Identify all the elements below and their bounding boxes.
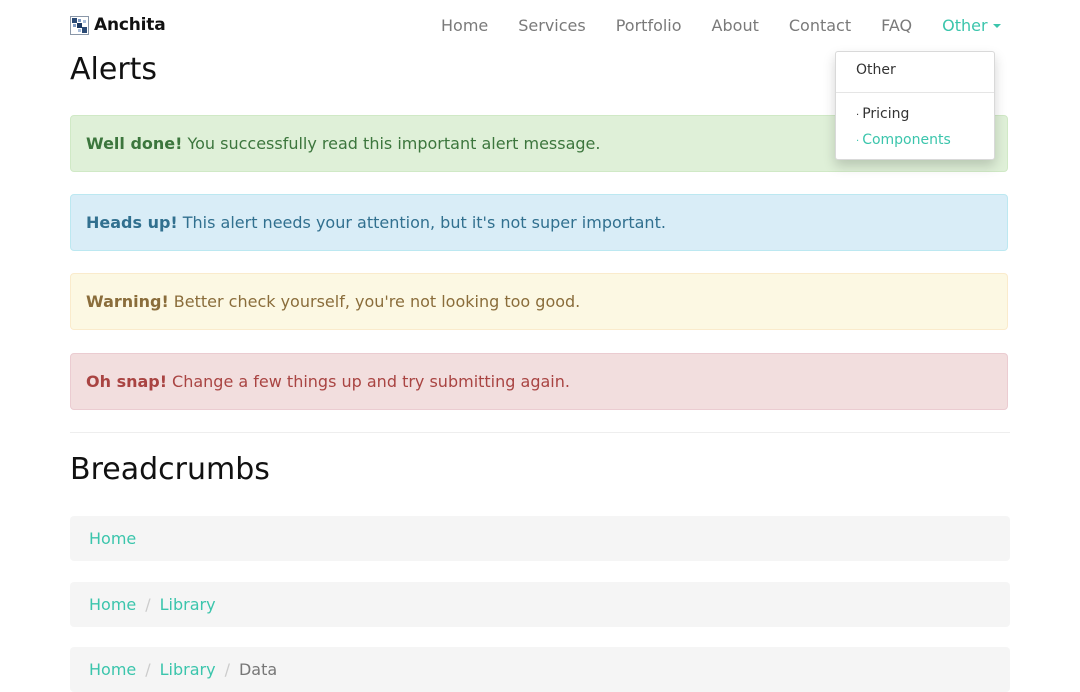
alert-strong: Heads up! <box>86 213 178 232</box>
nav-link-portfolio[interactable]: Portfolio <box>616 16 682 35</box>
breadcrumb-link-home[interactable]: Home <box>89 595 136 614</box>
breadcrumb-link-library[interactable]: Library <box>160 595 216 614</box>
nav-item-home: Home <box>426 16 503 35</box>
brand-name: Anchita <box>94 15 166 35</box>
breadcrumbs-heading: Breadcrumbs <box>70 452 270 487</box>
brand-link[interactable]: Anchita <box>70 15 166 35</box>
alert-text: You successfully read this important ale… <box>187 134 601 153</box>
breadcrumb-separator: / <box>145 595 151 614</box>
alert-text: This alert needs your attention, but it'… <box>182 213 666 232</box>
nav-link-about[interactable]: About <box>712 16 759 35</box>
dropdown-divider <box>836 92 994 93</box>
alerts-heading: Alerts <box>70 52 158 87</box>
dropdown-item-pricing[interactable]: · Pricing <box>856 106 909 122</box>
nav-link-other-label: Other <box>942 16 988 35</box>
alert-info: Heads up! This alert needs your attentio… <box>70 194 1008 251</box>
alert-text: Better check yourself, you're not lookin… <box>173 292 581 311</box>
nav-item-other: Other <box>927 16 1015 35</box>
dropdown-item-label: Pricing <box>862 106 910 122</box>
alert-strong: Oh snap! <box>86 372 168 391</box>
breadcrumb-link-home[interactable]: Home <box>89 660 136 679</box>
nav-item-services: Services <box>503 16 600 35</box>
nav-link-home[interactable]: Home <box>441 16 488 35</box>
brand-logo-icon <box>70 15 89 35</box>
main-nav: Home Services Portfolio About Contact FA… <box>426 16 1016 35</box>
breadcrumb: Home / Library / Data <box>70 647 1010 692</box>
alert-text: Change a few things up and try submittin… <box>172 372 570 391</box>
breadcrumb-separator: / <box>224 660 230 679</box>
breadcrumb-link-home[interactable]: Home <box>89 529 136 548</box>
nav-dropdown-toggle-other[interactable]: Other <box>942 16 1001 35</box>
bullet-icon: · <box>856 110 860 121</box>
dropdown-header: Other <box>856 62 896 78</box>
breadcrumb-separator: / <box>145 660 151 679</box>
alert-strong: Well done! <box>86 134 183 153</box>
nav-link-services[interactable]: Services <box>518 16 585 35</box>
alert-warning: Warning! Better check yourself, you're n… <box>70 273 1008 330</box>
alert-strong: Warning! <box>86 292 169 311</box>
alert-danger: Oh snap! Change a few things up and try … <box>70 353 1008 410</box>
breadcrumb-link-library[interactable]: Library <box>160 660 216 679</box>
nav-item-contact: Contact <box>774 16 866 35</box>
navbar: Anchita Home Services Portfolio About Co… <box>0 0 1080 52</box>
nav-link-contact[interactable]: Contact <box>789 16 851 35</box>
breadcrumb: Home / Library <box>70 582 1010 627</box>
nav-item-about: About <box>697 16 774 35</box>
dropdown-item-label: Components <box>862 132 951 148</box>
nav-item-portfolio: Portfolio <box>601 16 697 35</box>
dropdown-item-components[interactable]: · Components <box>856 132 951 148</box>
nav-item-faq: FAQ <box>866 16 927 35</box>
nav-link-faq[interactable]: FAQ <box>881 16 912 35</box>
breadcrumb-current: Data <box>238 660 278 679</box>
breadcrumb: Home <box>70 516 1010 561</box>
other-dropdown-menu: Other · Pricing · Components <box>835 51 995 160</box>
caret-down-icon <box>992 24 1001 28</box>
bullet-icon: · <box>856 136 860 147</box>
section-divider <box>70 432 1010 433</box>
